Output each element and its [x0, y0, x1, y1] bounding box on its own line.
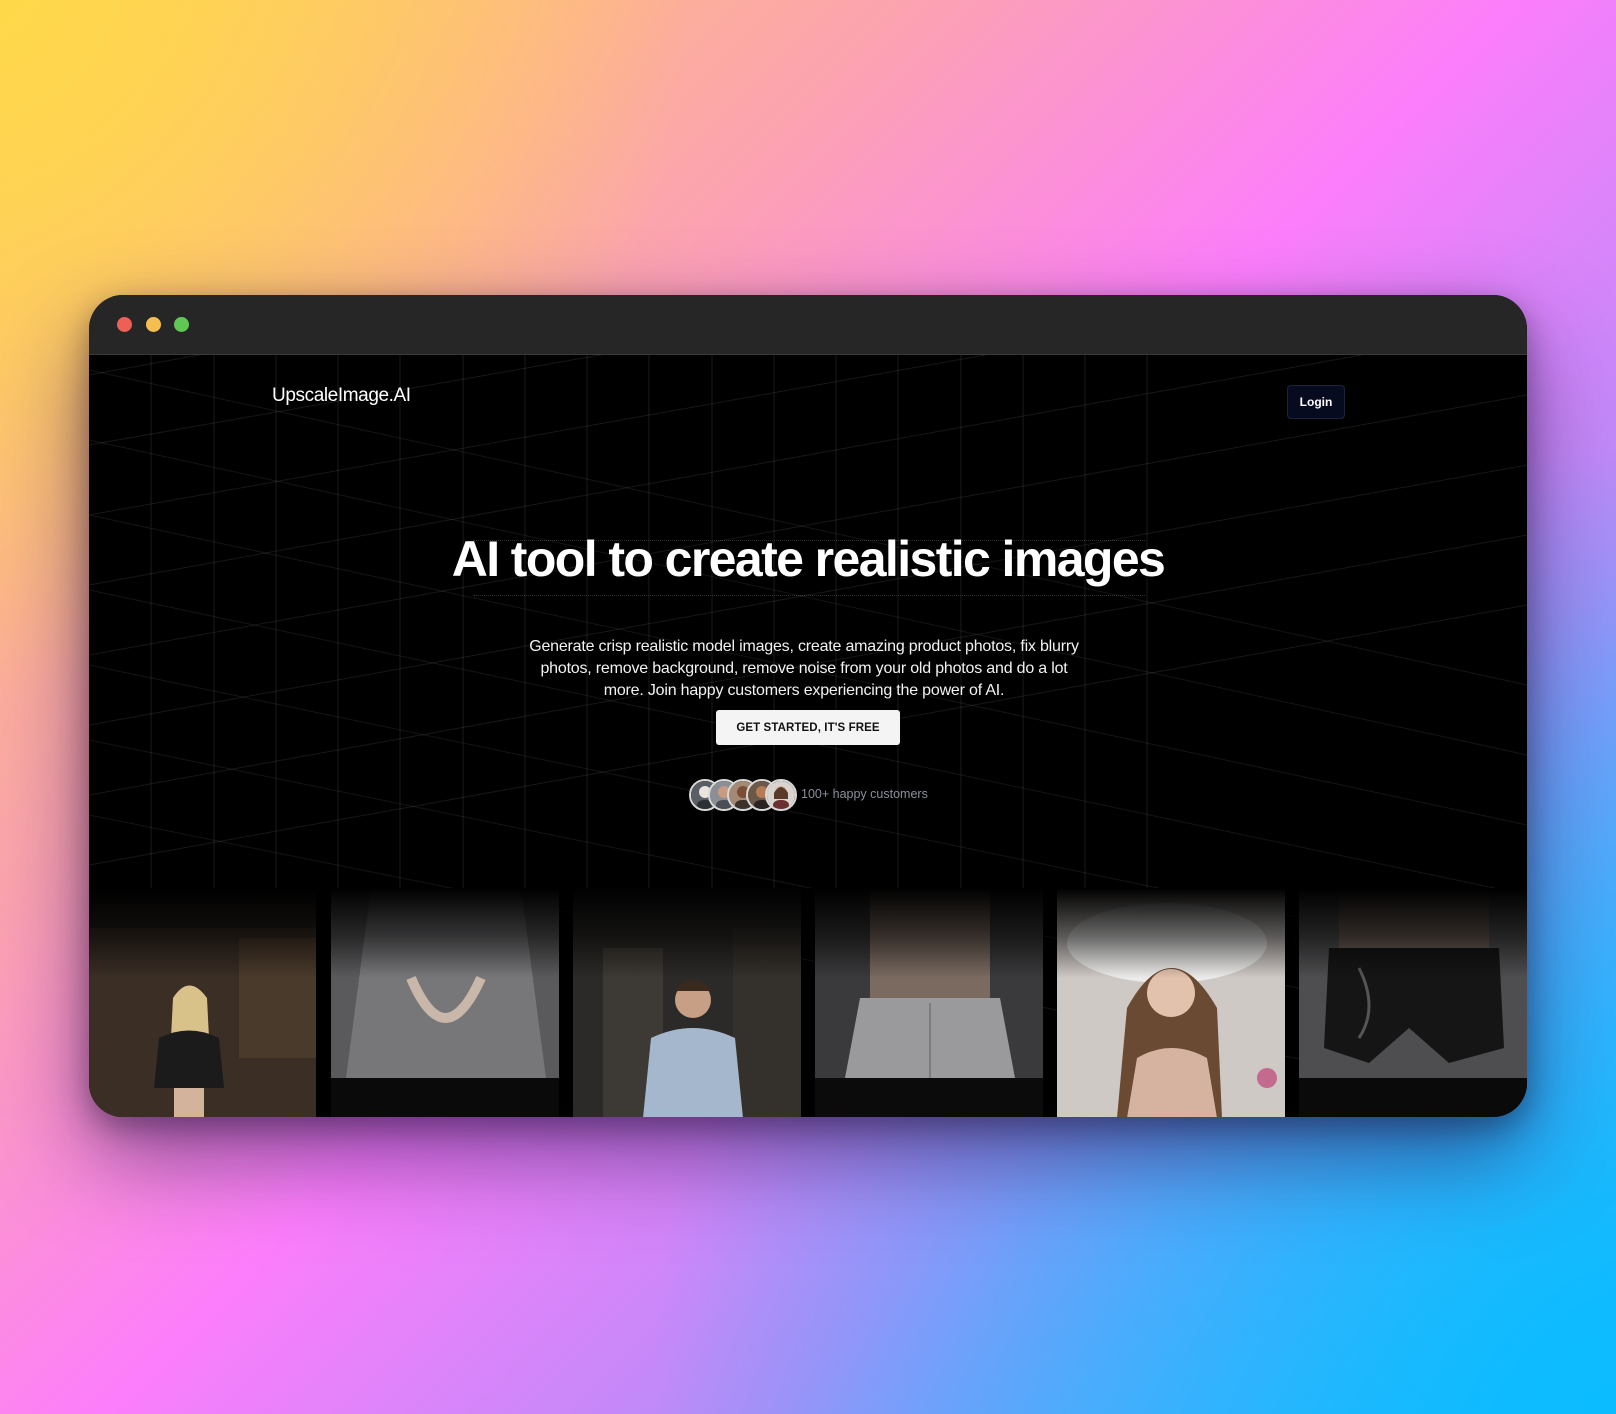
- window-titlebar: [89, 295, 1527, 355]
- customers-count-text: 100+ happy customers: [801, 787, 928, 801]
- hero-title: AI tool to create realistic images: [451, 531, 1166, 587]
- browser-window: UpscaleImage.AI Login AI tool to create …: [89, 295, 1527, 1117]
- site-logo[interactable]: UpscaleImage.AI: [272, 385, 411, 407]
- gallery-fade-overlay: [89, 888, 1527, 978]
- image-gallery: [89, 888, 1527, 1117]
- maximize-window-button[interactable]: [174, 317, 189, 332]
- login-button[interactable]: Login: [1287, 385, 1345, 419]
- avatar-stack: [689, 779, 799, 811]
- minimize-window-button[interactable]: [146, 317, 161, 332]
- avatar: [765, 779, 797, 811]
- page-viewport: UpscaleImage.AI Login AI tool to create …: [89, 355, 1527, 1117]
- get-started-button[interactable]: GET STARTED, IT'S FREE: [716, 710, 900, 745]
- close-window-button[interactable]: [117, 317, 132, 332]
- hero-description: Generate crisp realistic model images, c…: [529, 638, 1079, 699]
